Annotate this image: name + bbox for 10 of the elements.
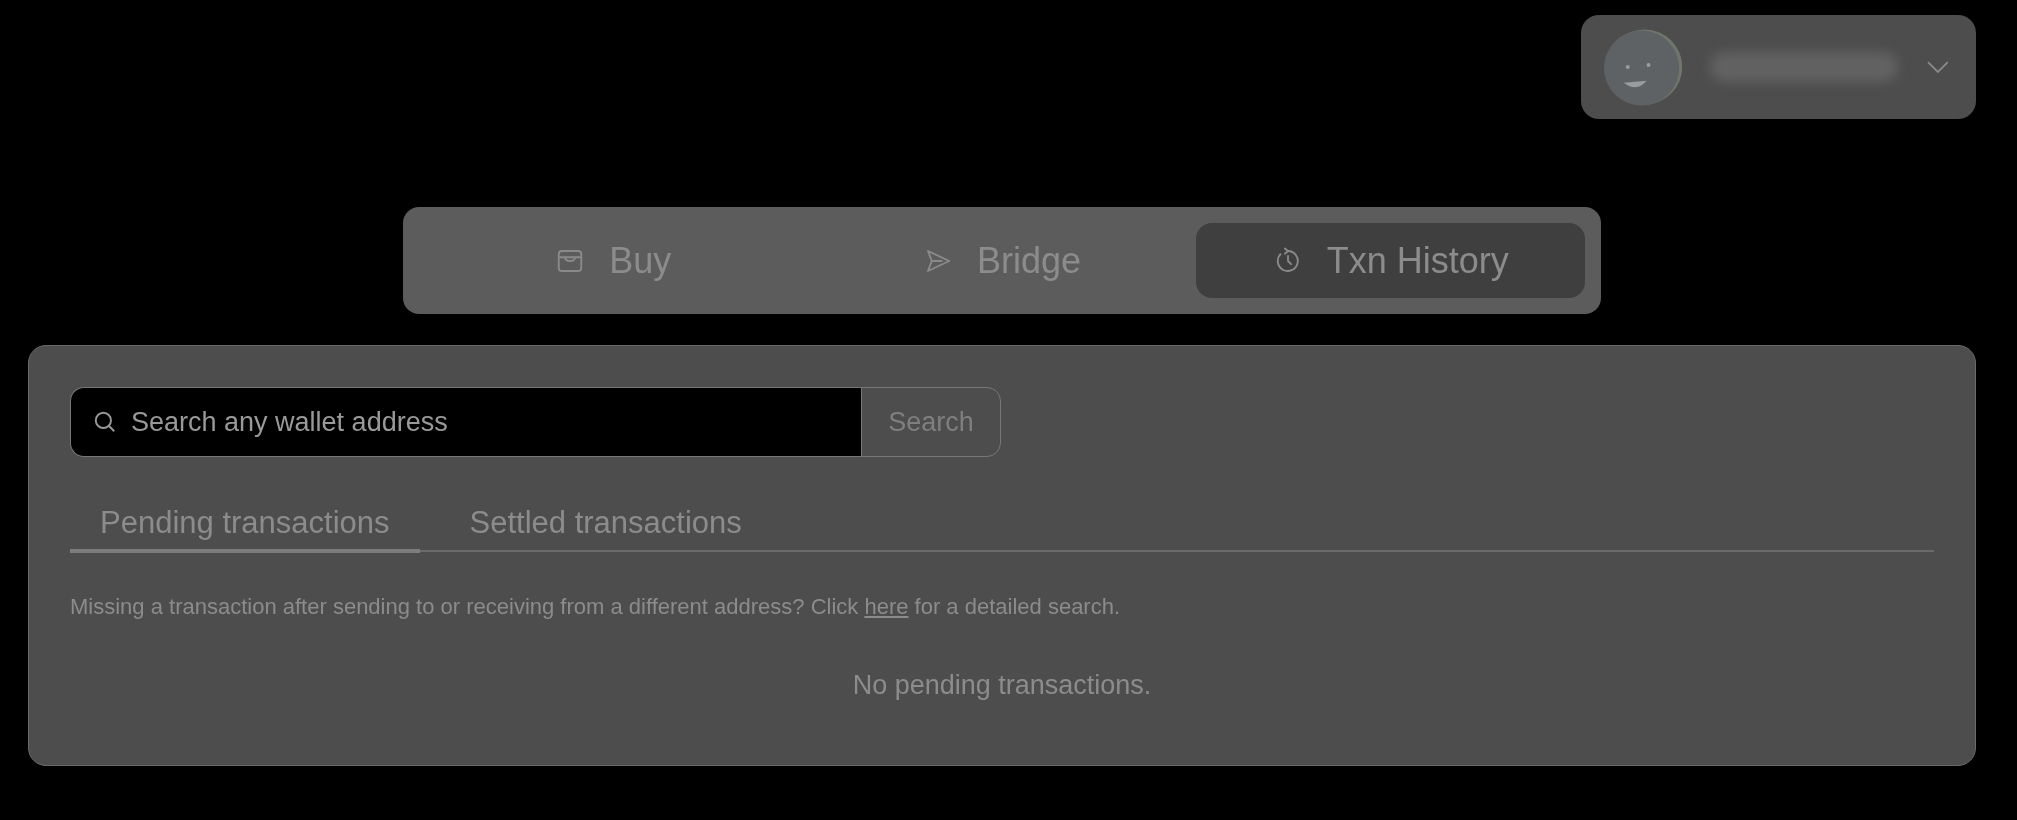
list-tab[interactable]: Settled transactions bbox=[439, 505, 772, 553]
account-button[interactable] bbox=[1581, 15, 1976, 119]
chevron-down-icon bbox=[1926, 60, 1950, 74]
avatar-icon bbox=[1603, 27, 1683, 107]
help-text: Missing a transaction after sending to or receiving from a different address? Click here for a detailed search. bbox=[70, 594, 1122, 620]
nav-tab[interactable]: Txn History bbox=[1196, 223, 1585, 298]
search-field[interactable]: Search any wallet address bbox=[70, 387, 861, 457]
here-link[interactable]: here bbox=[864, 594, 909, 619]
empty-message: No pending transactions. bbox=[851, 670, 1153, 701]
list-tab[interactable]: Pending transactions bbox=[70, 505, 420, 553]
